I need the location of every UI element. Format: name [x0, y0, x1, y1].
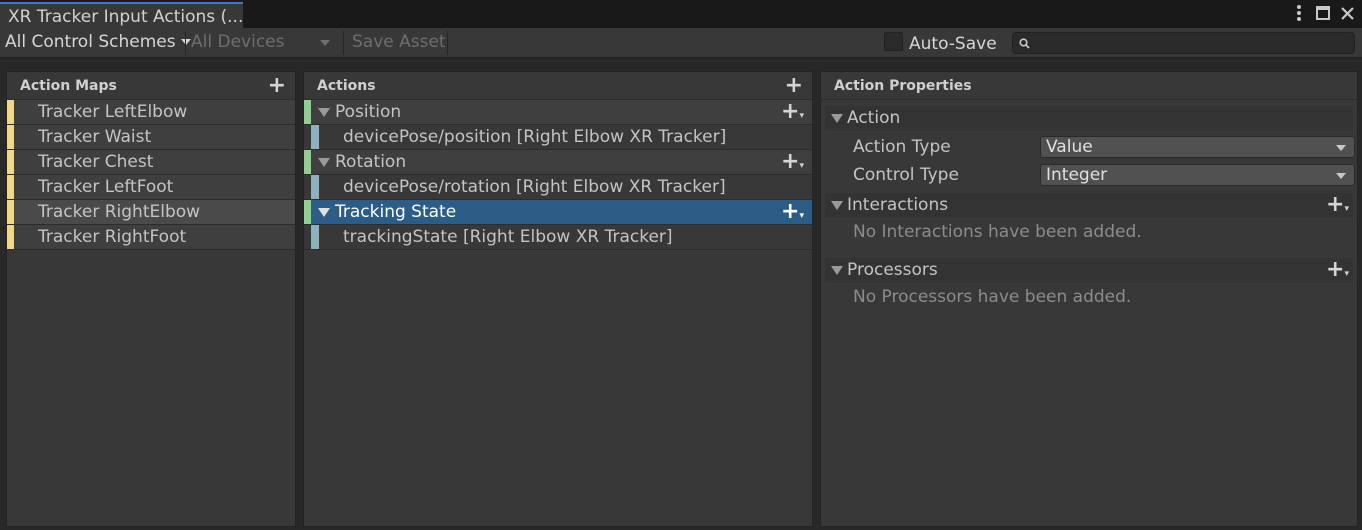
- action-label: Tracking State: [335, 202, 457, 222]
- title-bar: XR Tracker Input Actions (...: [0, 0, 1362, 28]
- processors-section-title: Processors: [847, 260, 938, 280]
- binding-item[interactable]: devicePose/position [Right Elbow XR Trac…: [304, 125, 812, 150]
- auto-save-checkbox[interactable]: [884, 32, 903, 51]
- action-map-item[interactable]: Tracker Waist: [7, 125, 295, 150]
- search-input[interactable]: [1012, 32, 1355, 54]
- map-color-stripe: [7, 125, 14, 149]
- map-color-stripe: [7, 200, 14, 224]
- interactions-empty-message: No Interactions have been added.: [853, 222, 1142, 242]
- binding-color-stripe: [311, 225, 319, 249]
- action-map-label: Tracker LeftFoot: [38, 177, 174, 197]
- action-map-item[interactable]: Tracker RightFoot: [7, 225, 295, 250]
- action-maps-header: Action Maps +: [7, 72, 295, 100]
- binding-color-stripe: [311, 175, 319, 199]
- save-asset-button[interactable]: Save Asset: [347, 28, 451, 57]
- close-icon[interactable]: [1340, 4, 1354, 22]
- binding-color-stripe: [311, 125, 319, 149]
- action-maps-title: Action Maps: [20, 78, 117, 94]
- add-processor-icon[interactable]: +▾: [1326, 259, 1349, 281]
- more-options-icon[interactable]: [1292, 4, 1306, 22]
- interactions-section-header[interactable]: Interactions +▾: [825, 193, 1353, 218]
- toolbar-divider: [447, 31, 448, 55]
- control-type-value: Integer: [1046, 165, 1108, 185]
- add-action-map-icon[interactable]: +: [268, 75, 286, 97]
- devices-dropdown[interactable]: All Devices: [186, 28, 336, 57]
- collapse-triangle-icon[interactable]: [831, 201, 843, 210]
- action-map-label: Tracker Chest: [38, 152, 154, 172]
- maximize-icon[interactable]: [1316, 4, 1330, 22]
- action-item[interactable]: Rotation +▾: [304, 150, 812, 175]
- processors-section-header[interactable]: Processors +▾: [825, 258, 1353, 283]
- action-type-dropdown[interactable]: Value: [1040, 136, 1355, 158]
- binding-label: trackingState [Right Elbow XR Tracker]: [343, 227, 673, 247]
- collapse-triangle-icon[interactable]: [831, 114, 843, 123]
- action-map-item[interactable]: Tracker LeftFoot: [7, 175, 295, 200]
- action-map-item-selected[interactable]: Tracker RightElbow: [7, 200, 295, 225]
- expand-triangle-icon[interactable]: [318, 158, 330, 167]
- action-color-stripe: [304, 200, 311, 224]
- binding-label: devicePose/rotation [Right Elbow XR Trac…: [343, 177, 726, 197]
- action-label: Position: [335, 102, 402, 122]
- action-section-header[interactable]: Action: [825, 106, 1353, 131]
- binding-item[interactable]: trackingState [Right Elbow XR Tracker]: [304, 225, 812, 250]
- add-binding-icon[interactable]: +▾: [781, 151, 804, 173]
- action-map-label: Tracker LeftElbow: [38, 102, 188, 122]
- collapse-triangle-icon[interactable]: [831, 266, 843, 275]
- interactions-section-title: Interactions: [847, 195, 949, 215]
- control-schemes-label: All Control Schemes: [5, 32, 176, 52]
- action-item[interactable]: Position +▾: [304, 100, 812, 125]
- action-map-label: Tracker Waist: [38, 127, 152, 147]
- chevron-down-icon: [1336, 145, 1346, 151]
- action-type-row: Action Type Value: [825, 133, 1355, 161]
- action-color-stripe: [304, 100, 311, 124]
- action-item-selected[interactable]: Tracking State +▾: [304, 200, 812, 225]
- action-map-item[interactable]: Tracker LeftElbow: [7, 100, 295, 125]
- chevron-down-icon: [1336, 173, 1346, 179]
- add-interaction-icon[interactable]: +▾: [1326, 194, 1349, 216]
- map-color-stripe: [7, 150, 14, 174]
- expand-triangle-icon[interactable]: [318, 108, 330, 117]
- actions-panel: Actions + Position +▾ devicePose/positio…: [303, 71, 813, 527]
- actions-title: Actions: [317, 78, 376, 94]
- toolbar-divider: [343, 31, 344, 55]
- action-map-item[interactable]: Tracker Chest: [7, 150, 295, 175]
- action-section-title: Action: [847, 108, 901, 128]
- action-map-label: Tracker RightFoot: [38, 227, 187, 247]
- control-type-dropdown[interactable]: Integer: [1040, 164, 1355, 186]
- control-type-label: Control Type: [853, 165, 959, 185]
- action-properties-header: Action Properties: [821, 72, 1357, 100]
- action-label: Rotation: [335, 152, 407, 172]
- action-type-label: Action Type: [853, 137, 951, 157]
- binding-item[interactable]: devicePose/rotation [Right Elbow XR Trac…: [304, 175, 812, 200]
- window-tab[interactable]: XR Tracker Input Actions (...: [0, 2, 243, 28]
- add-binding-icon[interactable]: +▾: [781, 201, 804, 223]
- add-binding-icon[interactable]: +▾: [781, 101, 804, 123]
- window-controls: [1292, 4, 1354, 22]
- search-icon: [1019, 38, 1030, 49]
- processors-empty-message: No Processors have been added.: [853, 287, 1132, 307]
- map-color-stripe: [7, 175, 14, 199]
- auto-save-label: Auto-Save: [909, 34, 997, 54]
- chevron-down-icon: [320, 40, 330, 46]
- map-color-stripe: [7, 225, 14, 249]
- control-type-row: Control Type Integer: [825, 161, 1355, 189]
- control-schemes-dropdown[interactable]: All Control Schemes: [0, 28, 196, 57]
- map-color-stripe: [7, 100, 14, 124]
- add-action-icon[interactable]: +: [785, 75, 803, 97]
- action-properties-panel: Action Properties Action Action Type Val…: [820, 71, 1358, 527]
- binding-label: devicePose/position [Right Elbow XR Trac…: [343, 127, 727, 147]
- action-maps-panel: Action Maps + Tracker LeftElbow Tracker …: [6, 71, 296, 527]
- expand-triangle-icon[interactable]: [318, 208, 330, 217]
- action-map-label: Tracker RightElbow: [38, 202, 201, 222]
- action-type-value: Value: [1046, 137, 1093, 157]
- action-color-stripe: [304, 150, 311, 174]
- devices-label: All Devices: [191, 32, 285, 52]
- actions-header: Actions +: [304, 72, 812, 100]
